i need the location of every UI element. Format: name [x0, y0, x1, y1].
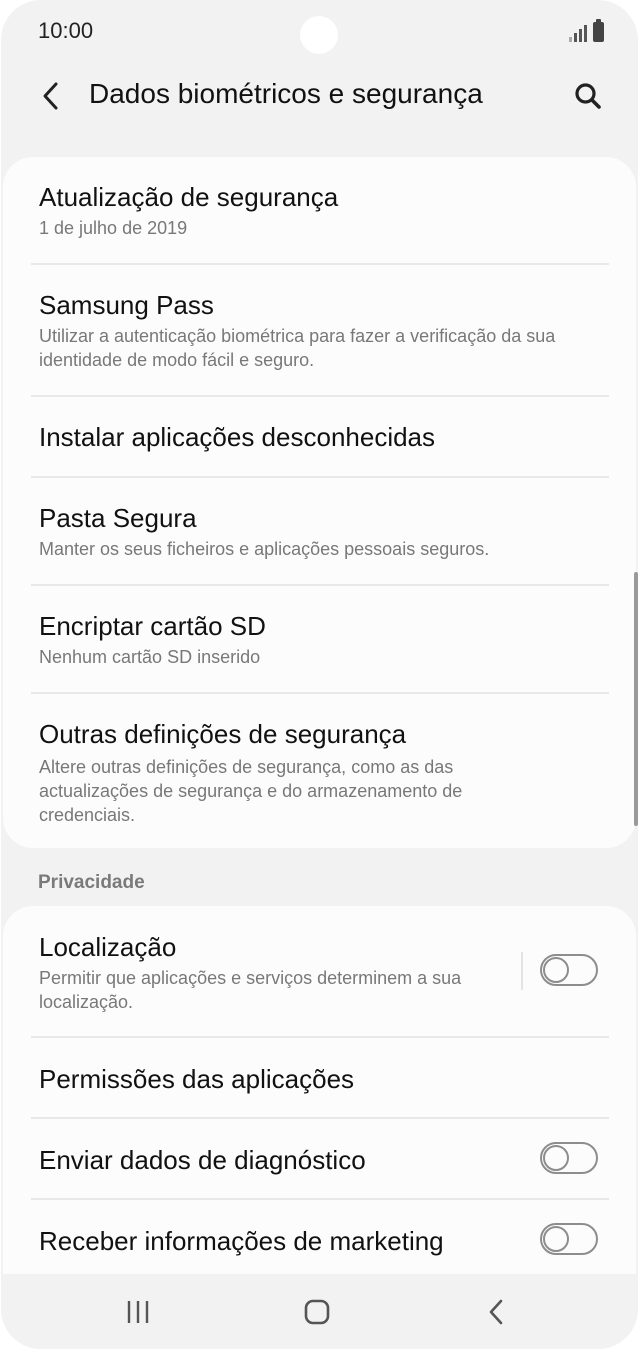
- item-title: Outras definições de segurança: [39, 719, 407, 749]
- vertical-separator: [521, 952, 523, 990]
- item-title: Localização: [39, 932, 177, 962]
- toggle-knob: [543, 1145, 569, 1171]
- item-subtitle: Altere outras definições de segurança, c…: [39, 757, 463, 825]
- item-title: Receber informações de marketing: [39, 1226, 444, 1256]
- home-button[interactable]: [287, 1288, 347, 1336]
- item-subtitle: Permitir que aplicações e serviços deter…: [39, 968, 462, 1012]
- location-toggle[interactable]: [540, 954, 598, 986]
- chevron-left-icon: [43, 82, 58, 110]
- scrollbar[interactable]: [634, 572, 638, 826]
- send-diagnostic-data-item[interactable]: Enviar dados de diagnóstico: [3, 1119, 636, 1199]
- privacy-settings-card: Localização Permitir que aplicações e se…: [3, 906, 636, 1274]
- secure-folder-item[interactable]: Pasta Segura Manter os seus ficheiros e …: [3, 478, 636, 585]
- front-camera-cutout: [300, 16, 338, 54]
- signal-icon: [569, 24, 587, 42]
- status-bar: 10:00: [1, 0, 638, 62]
- back-nav-button[interactable]: [466, 1288, 526, 1336]
- item-subtitle: Manter os seus ficheiros e aplicações pe…: [39, 539, 490, 559]
- phone-screen: 10:00 Dados biométricos e segurança Atua…: [1, 0, 638, 1349]
- marketing-info-toggle[interactable]: [540, 1223, 598, 1255]
- toggle-knob: [543, 957, 569, 983]
- status-icons: [569, 19, 604, 42]
- item-title: Permissões das aplicações: [39, 1064, 355, 1094]
- samsung-pass-item[interactable]: Samsung Pass Utilizar a autenticação bio…: [3, 265, 636, 396]
- navigation-bar: [1, 1274, 638, 1349]
- marketing-info-item[interactable]: Receber informações de marketing: [3, 1200, 636, 1274]
- encrypt-sd-card-item[interactable]: Encriptar cartão SD Nenhum cartão SD ins…: [3, 586, 636, 693]
- item-title: Instalar aplicações desconhecidas: [39, 422, 436, 452]
- item-subtitle: Nenhum cartão SD inserido: [39, 647, 261, 667]
- item-title: Samsung Pass: [39, 290, 214, 320]
- battery-icon: [593, 19, 604, 42]
- item-title: Encriptar cartão SD: [39, 611, 266, 641]
- security-update-item[interactable]: Atualização de segurança 1 de julho de 2…: [3, 157, 636, 264]
- toggle-knob: [543, 1226, 569, 1252]
- location-item[interactable]: Localização Permitir que aplicações e se…: [3, 906, 636, 1037]
- status-time: 10:00: [38, 18, 94, 43]
- page-title: Dados biométricos e segurança: [89, 78, 483, 109]
- diagnostic-data-toggle[interactable]: [540, 1142, 598, 1174]
- app-header: Dados biométricos e segurança: [1, 62, 638, 132]
- item-title: Enviar dados de diagnóstico: [39, 1145, 366, 1175]
- home-icon: [304, 1299, 330, 1325]
- item-subtitle: 1 de julho de 2019: [39, 218, 188, 238]
- recent-apps-icon: [127, 1301, 149, 1323]
- security-settings-card: Atualização de segurança 1 de julho de 2…: [3, 157, 636, 848]
- back-icon: [489, 1299, 503, 1325]
- back-button[interactable]: [31, 74, 71, 118]
- search-icon: [575, 83, 601, 109]
- item-title: Pasta Segura: [39, 503, 197, 533]
- recent-apps-button[interactable]: [108, 1288, 168, 1336]
- app-permissions-item[interactable]: Permissões das aplicações: [3, 1038, 636, 1118]
- other-security-settings-item[interactable]: Outras definições de segurança Altere ou…: [3, 694, 636, 848]
- privacy-section-header: Privacidade: [38, 872, 145, 893]
- item-subtitle: Utilizar a autenticação biométrica para …: [39, 326, 556, 370]
- install-unknown-apps-item[interactable]: Instalar aplicações desconhecidas: [3, 397, 636, 477]
- search-button[interactable]: [566, 74, 610, 118]
- item-title: Atualização de segurança: [39, 182, 339, 212]
